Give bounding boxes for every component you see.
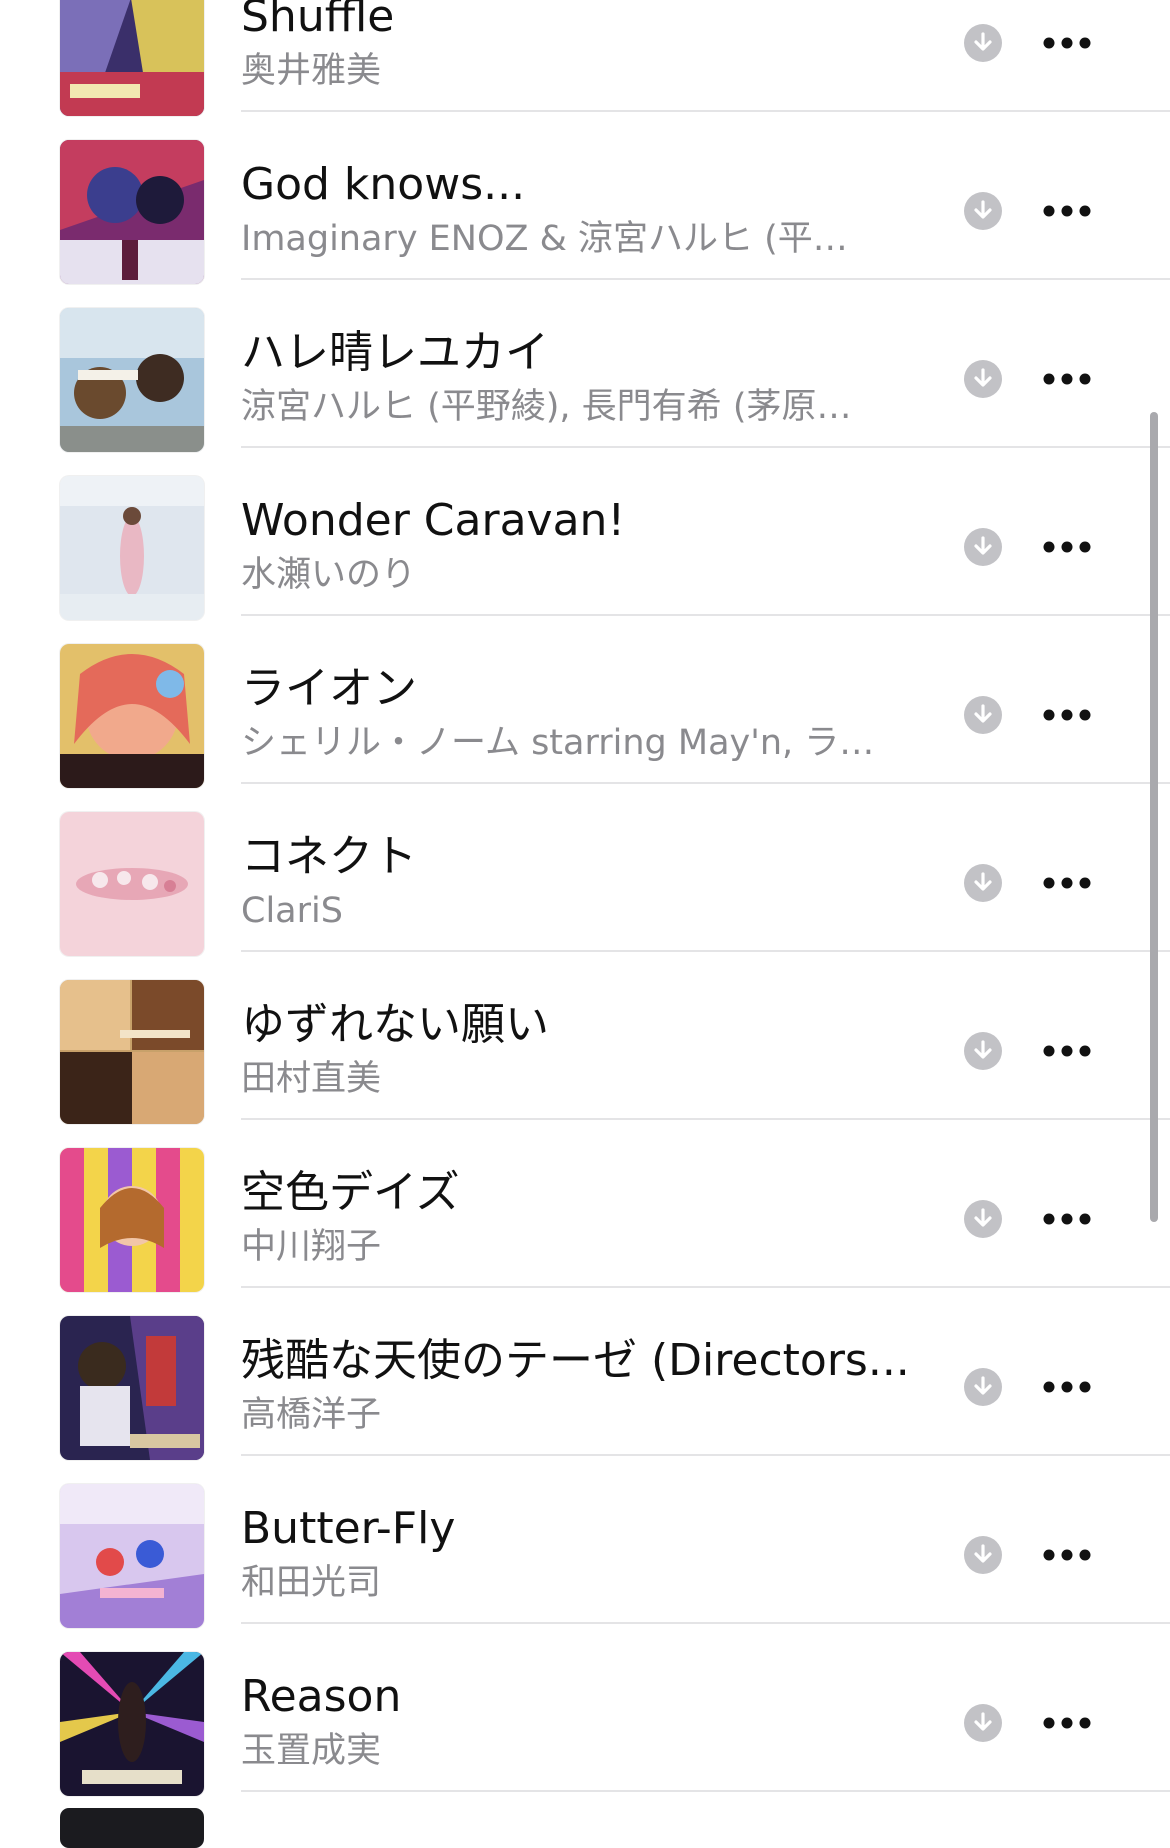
song-artist: Imaginary ENOZ & 涼宮ハルヒ (平… [241,219,848,259]
song-row[interactable]: 残酷な天使のテーゼ (Directors... 高橋洋子 [0,1288,1170,1460]
more-icon[interactable] [1040,1370,1094,1404]
scrollbar[interactable] [1150,412,1158,1222]
song-row[interactable]: 空色デイズ 中川翔子 [0,1120,1170,1292]
song-artist: 水瀬いのり [241,555,417,595]
song-artist: 玉置成実 [241,1731,382,1771]
song-artist: 高橋洋子 [241,1395,382,1435]
song-title: ゆずれない願い [241,999,549,1050]
song-artist: 中川翔子 [241,1227,382,1267]
row-separator [241,1790,1170,1792]
song-row[interactable]: ライオン シェリル・ノーム starring May'n, ラ… [0,616,1170,788]
more-icon[interactable] [1040,1202,1094,1236]
song-row[interactable]: Butter-Fly 和田光司 [0,1456,1170,1628]
song-row[interactable]: ゆずれない願い 田村直美 [0,952,1170,1124]
song-artist: ClariS [241,891,343,931]
album-art [60,1652,204,1796]
more-icon[interactable] [1040,194,1094,228]
album-art [60,140,204,284]
download-icon[interactable] [964,864,1002,902]
album-art [60,644,204,788]
download-icon[interactable] [964,528,1002,566]
song-row[interactable]: Shuffle 奥井雅美 [0,0,1170,116]
song-row[interactable]: Wonder Caravan! 水瀬いのり [0,448,1170,620]
download-icon[interactable] [964,360,1002,398]
song-artist: 和田光司 [241,1563,382,1603]
download-icon[interactable] [964,1200,1002,1238]
song-row[interactable]: God knows... Imaginary ENOZ & 涼宮ハルヒ (平… [0,112,1170,284]
song-artist: 涼宮ハルヒ (平野綾), 長門有希 (茅原… [241,387,852,427]
song-title: Wonder Caravan! [241,495,626,546]
song-artist: 奥井雅美 [241,51,382,91]
album-art [60,1148,204,1292]
download-icon[interactable] [964,1032,1002,1070]
download-icon[interactable] [964,1704,1002,1742]
download-icon[interactable] [964,696,1002,734]
song-title: God knows... [241,159,526,210]
download-icon[interactable] [964,192,1002,230]
more-icon[interactable] [1040,362,1094,396]
song-title: Butter-Fly [241,1503,456,1554]
more-icon[interactable] [1040,530,1094,564]
download-icon[interactable] [964,1536,1002,1574]
song-title: Reason [241,1671,402,1722]
album-art [60,476,204,620]
song-title: コネクト [241,831,417,882]
album-art [60,1808,204,1848]
more-icon[interactable] [1040,866,1094,900]
song-row[interactable]: コネクト ClariS [0,784,1170,956]
album-art [60,308,204,452]
song-title: 残酷な天使のテーゼ (Directors... [241,1335,910,1386]
song-title: 空色デイズ [241,1167,460,1218]
download-icon[interactable] [964,24,1002,62]
more-icon[interactable] [1040,26,1094,60]
song-artist: 田村直美 [241,1059,382,1099]
album-art [60,980,204,1124]
more-icon[interactable] [1040,1706,1094,1740]
song-title: ハレ晴レユカイ [241,327,549,378]
album-art [60,1484,204,1628]
more-icon[interactable] [1040,1034,1094,1068]
album-art [60,1316,204,1460]
song-title: Shuffle [241,0,395,42]
song-row[interactable]: Reason 玉置成実 [0,1624,1170,1796]
album-art [60,812,204,956]
song-row[interactable]: ハレ晴レユカイ 涼宮ハルヒ (平野綾), 長門有希 (茅原… [0,280,1170,452]
song-list: Shuffle 奥井雅美 God knows... Imaginary ENOZ… [0,0,1170,1796]
download-icon[interactable] [964,1368,1002,1406]
song-title: ライオン [241,663,417,714]
more-icon[interactable] [1040,1538,1094,1572]
song-artist: シェリル・ノーム starring May'n, ラ… [241,723,875,763]
album-art [60,0,204,116]
more-icon[interactable] [1040,698,1094,732]
